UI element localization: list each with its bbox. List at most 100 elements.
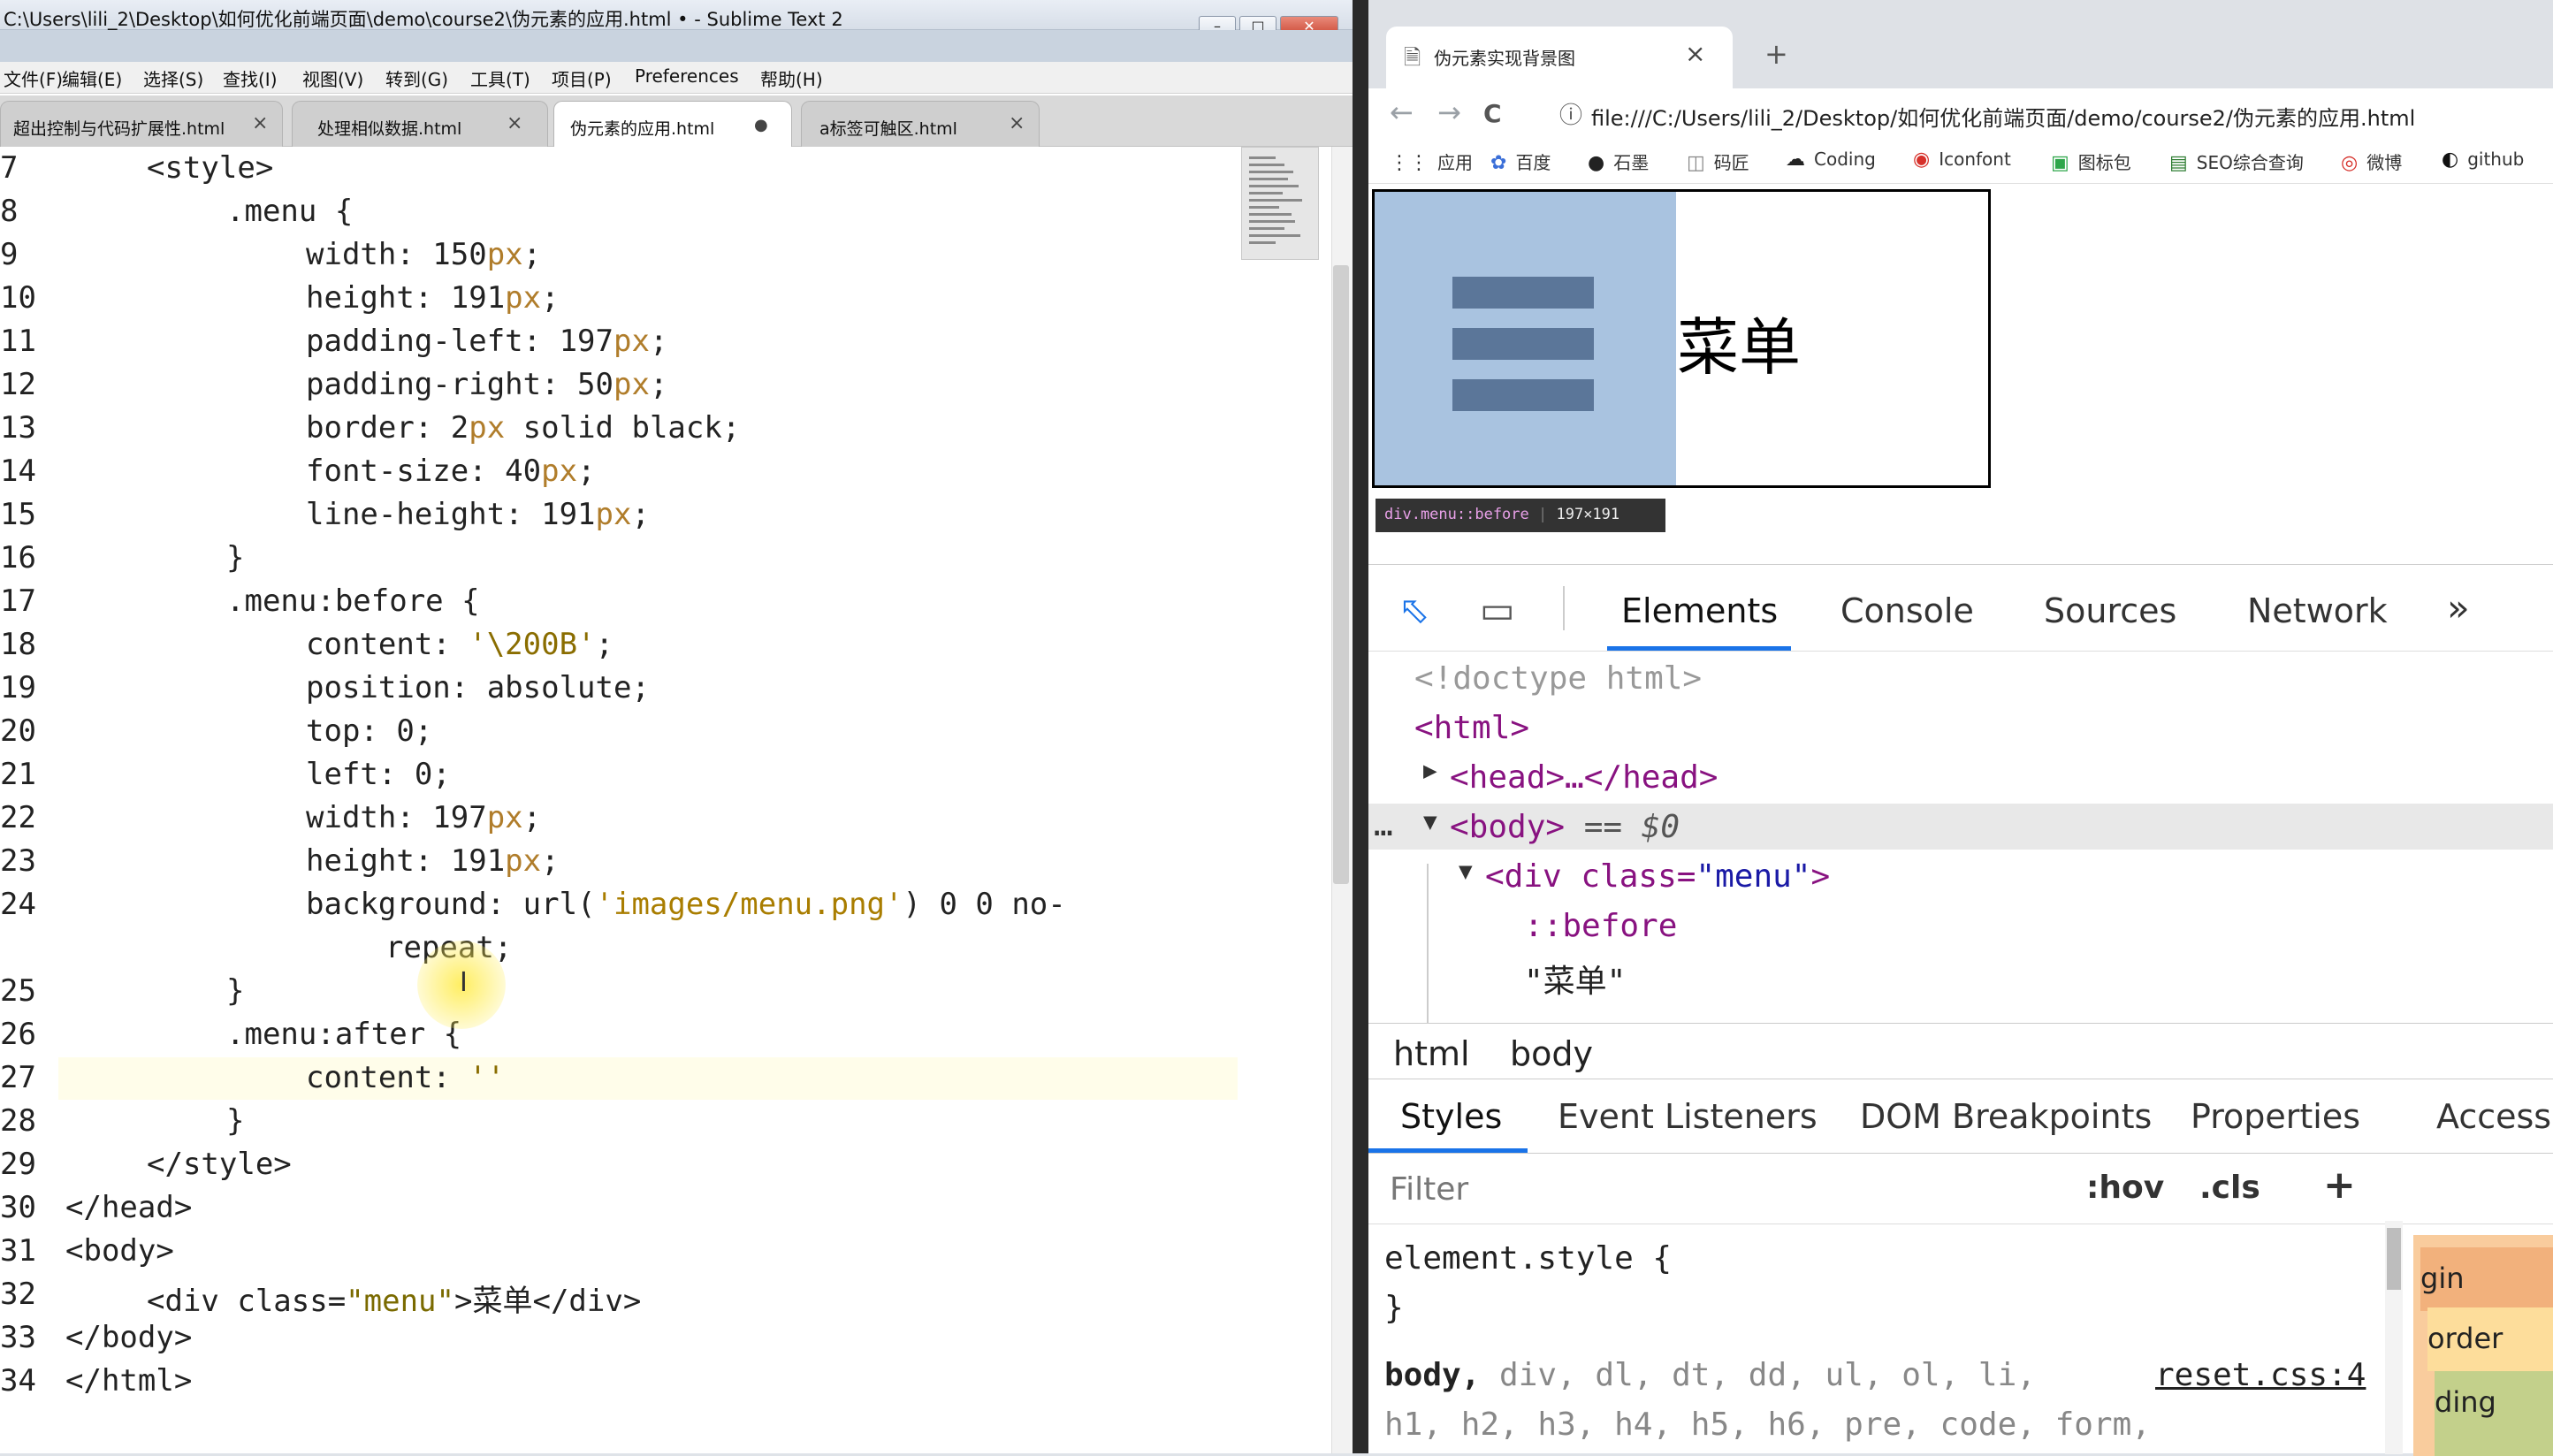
tab-modified-icon[interactable]: ● xyxy=(754,116,768,134)
code-text: content: xyxy=(306,627,469,662)
devtools-tabbar: ⬁ ▭ Elements Console Sources Network » xyxy=(1368,565,2553,652)
bookmark-weibo[interactable]: ◎ 微博 xyxy=(2341,149,2402,174)
code-editor[interactable]: <style> .menu { width: 150px; height: 19… xyxy=(65,147,1215,1453)
code-text: padding-right: 50 xyxy=(306,367,613,402)
crumb-html[interactable]: html xyxy=(1393,1034,1470,1073)
bookmark-github[interactable]: ◐ github xyxy=(2442,149,2524,171)
dom-html[interactable]: <html> xyxy=(1414,710,1529,746)
bookmark-shimo[interactable]: ● 石墨 xyxy=(1588,149,1649,174)
dom-tree[interactable]: <!doctype html> <html> ▶ <head>…</head> … xyxy=(1368,652,2553,1023)
bookmark-icon-pack[interactable]: ▣ 图标包 xyxy=(2051,149,2131,174)
line-gutter: 7 8 9 10 11 12 13 14 15 16 17 18 19 20 2… xyxy=(0,147,58,1453)
tab-close-icon[interactable]: × xyxy=(507,112,522,134)
expand-arrow-icon[interactable]: ▶ xyxy=(1423,758,1437,784)
tab-sources[interactable]: Sources xyxy=(2044,591,2176,630)
close-tab-icon[interactable]: × xyxy=(1685,39,1705,68)
rule-body-selector[interactable]: body, div, dl, dt, dd, ul, ol, li, xyxy=(1384,1357,2036,1393)
device-toolbar-icon[interactable]: ▭ xyxy=(1480,588,1515,631)
minimap[interactable] xyxy=(1241,147,1319,260)
subtab-properties[interactable]: Properties xyxy=(2191,1097,2360,1136)
menu-find[interactable]: 查找(I) xyxy=(223,65,278,91)
tab-close-icon[interactable]: × xyxy=(1009,112,1025,134)
styles-scroll-thumb[interactable] xyxy=(2387,1228,2401,1290)
box-model-label: ding xyxy=(2435,1385,2496,1419)
menu-help[interactable]: 帮助(H) xyxy=(760,65,823,91)
chrome-tab-title: 伪元素实现背景图 xyxy=(1434,48,1575,69)
bookmark-coding[interactable]: ☁ Coding xyxy=(1786,149,1876,171)
tab-file-3-active[interactable]: 伪元素的应用.html ● xyxy=(553,101,792,147)
chrome-tab[interactable]: 🗎 伪元素实现背景图 × xyxy=(1386,27,1733,88)
menu-preferences[interactable]: Preferences xyxy=(635,65,739,87)
subtab-dom-breakpoints[interactable]: DOM Breakpoints xyxy=(1860,1097,2152,1136)
bookmarks-bar: ⋮⋮ 应用 ✿ 百度 ● 石墨 ◫ 码匠 ☁ Coding ◉ Iconfont ▣ 图标包 … xyxy=(1368,138,2553,184)
code-text: left: 0; xyxy=(306,757,451,792)
line-number: 7 xyxy=(0,150,19,186)
filter-input[interactable]: Filter xyxy=(1390,1171,1468,1208)
tab-file-2[interactable]: 处理相似数据.html × xyxy=(292,101,548,147)
bookmark-majiang[interactable]: ◫ 码匠 xyxy=(1687,149,1749,174)
tab-file-4[interactable]: a标签可触区.html × xyxy=(801,101,1040,147)
bookmark-apps[interactable]: ⋮⋮ 应用 xyxy=(1390,149,1473,174)
collapse-arrow-icon[interactable]: ▼ xyxy=(1459,858,1473,885)
subtab-accessibility[interactable]: Accessi xyxy=(2436,1097,2553,1136)
window-divider xyxy=(1353,0,1368,1453)
inspect-tooltip: div.menu::before | 197×191 xyxy=(1376,499,1665,532)
line-number: 21 xyxy=(0,757,36,792)
back-icon[interactable]: ← xyxy=(1390,95,1414,129)
more-dots-icon[interactable]: … xyxy=(1374,807,1393,843)
dom-div-menu[interactable]: <div class="menu"> xyxy=(1485,858,1830,895)
address-bar[interactable]: ⓘ file:///C:/Users/lili_2/Desktop/如何优化前端… xyxy=(1542,92,2553,134)
chrome-window: 🗎 伪元素实现背景图 × + ← → C ⓘ file:///C:/Users/… xyxy=(1368,0,2553,1456)
rule-source-link[interactable]: reset.css:4 xyxy=(2155,1357,2366,1393)
subtab-event-listeners[interactable]: Event Listeners xyxy=(1558,1097,1818,1136)
code-text: height: 191 xyxy=(306,843,506,879)
bookmark-iconfont[interactable]: ◉ Iconfont xyxy=(1913,149,2011,171)
tab-close-icon[interactable]: × xyxy=(252,112,268,134)
menu-project[interactable]: 项目(P) xyxy=(552,65,612,91)
code-line: height: 191px; xyxy=(306,280,560,316)
hov-toggle[interactable]: :hov xyxy=(2086,1170,2164,1206)
menu-select[interactable]: 选择(S) xyxy=(143,65,203,91)
more-tabs-icon[interactable]: » xyxy=(2447,586,2470,629)
line-number: 20 xyxy=(0,713,36,749)
forward-icon[interactable]: → xyxy=(1437,95,1461,129)
dom-head[interactable]: <head>…</head> xyxy=(1450,759,1718,796)
site-info-icon[interactable]: ⓘ xyxy=(1559,97,1582,130)
dom-text-node[interactable]: "菜单" xyxy=(1524,956,1626,1002)
div-tag: <div class= xyxy=(1485,858,1696,895)
line-number: 27 xyxy=(0,1060,36,1095)
subtab-styles[interactable]: Styles xyxy=(1400,1097,1502,1136)
inspect-element-icon[interactable]: ⬁ xyxy=(1398,588,1429,631)
bookmark-label: github xyxy=(2467,149,2525,170)
tab-file-1[interactable]: 超出控制与代码扩展性.html × xyxy=(0,101,283,147)
menu-tools[interactable]: 工具(T) xyxy=(470,65,530,91)
new-rule-icon[interactable]: + xyxy=(2323,1163,2356,1208)
menu-div[interactable]: 菜单 xyxy=(1372,189,1991,488)
menu-view[interactable]: 视图(V) xyxy=(302,65,363,91)
bookmark-seo[interactable]: ▤ SEO综合查询 xyxy=(2169,149,2304,174)
code-line: line-height: 191px; xyxy=(306,497,650,532)
menu-goto[interactable]: 转到(G) xyxy=(385,65,448,91)
active-tab-indicator xyxy=(1607,646,1791,651)
tab-console[interactable]: Console xyxy=(1840,591,1974,630)
collapse-arrow-icon[interactable]: ▼ xyxy=(1423,809,1437,835)
new-tab-icon[interactable]: + xyxy=(1764,37,1788,71)
dom-pseudo-before[interactable]: ::before xyxy=(1524,908,1677,944)
crumb-body[interactable]: body xyxy=(1510,1034,1593,1073)
tab-elements[interactable]: Elements xyxy=(1621,591,1778,630)
code-text: ; xyxy=(649,367,668,402)
menu-edit[interactable]: 编辑(E) xyxy=(62,65,122,91)
tab-network[interactable]: Network xyxy=(2247,591,2388,630)
menu-file[interactable]: 文件(F) xyxy=(4,65,63,91)
reload-icon[interactable]: C xyxy=(1483,99,1502,128)
line-number: 23 xyxy=(0,843,36,879)
code-text: background: url( xyxy=(306,887,596,922)
rule-element-style[interactable]: element.style { xyxy=(1384,1240,1672,1277)
cls-toggle[interactable]: .cls xyxy=(2199,1170,2260,1206)
bookmark-baidu[interactable]: ✿ 百度 xyxy=(1490,149,1551,174)
dom-body[interactable]: <body> == $0 xyxy=(1450,809,1680,845)
code-text: ) 0 0 no- xyxy=(903,887,1066,922)
code-text: ; xyxy=(522,800,542,835)
editor-scroll-thumb[interactable] xyxy=(1333,265,1349,884)
url-text: file:///C:/Users/lili_2/Desktop/如何优化前端页面… xyxy=(1591,106,2416,131)
